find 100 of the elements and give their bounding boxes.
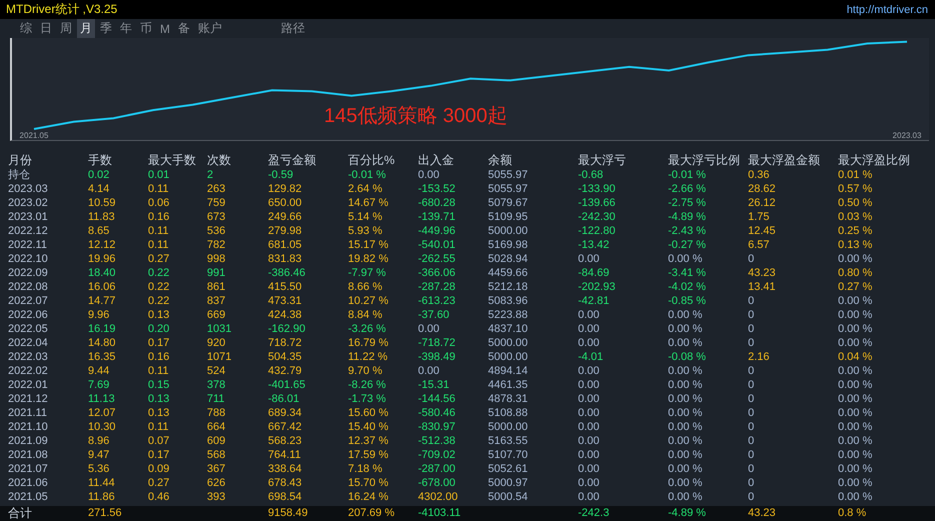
table-cell-text: -3.41 % xyxy=(668,266,707,280)
row-label: 2021.06 xyxy=(8,476,49,490)
table-cell-text: 0 xyxy=(748,364,756,378)
tab[interactable]: M xyxy=(157,20,173,36)
table-cell-text: 0.11 xyxy=(148,224,170,238)
table-cell-text: 673 xyxy=(207,210,226,224)
table-cell-text: -7.97 % xyxy=(348,266,387,280)
table-cell-text: 4302.00 xyxy=(418,490,459,504)
table-cell-text: -540.01 xyxy=(418,238,456,252)
table-cell-text: 667.42 xyxy=(268,420,303,434)
website-link[interactable]: http://mtdriver.cn xyxy=(846,4,928,16)
table-cell-text: 681.05 xyxy=(268,238,303,252)
table-cell-text: -42.81 xyxy=(578,294,610,308)
table-cell-text: -37.60 xyxy=(418,308,450,322)
table-cell-text: 0 xyxy=(748,308,756,322)
table-cell-text: 788 xyxy=(207,406,226,420)
table-cell-text: 11.83 xyxy=(88,210,116,224)
table-cell-text: 0.00 % xyxy=(668,322,704,336)
table-cell-text: -86.01 xyxy=(268,392,300,406)
table-cell-text: 0.00 xyxy=(578,434,600,448)
row-label: 2021.11 xyxy=(8,406,48,420)
table-cell-text: 8.96 xyxy=(88,434,110,448)
table-cell-text: 0.00 % xyxy=(838,364,874,378)
table-cell-text: 0 xyxy=(748,336,756,350)
row-label: 持仓 xyxy=(8,168,31,182)
table-cell-text: 367 xyxy=(207,462,226,476)
table-cell-text: 698.54 xyxy=(268,490,303,504)
tab[interactable]: 日 xyxy=(37,19,55,38)
tab[interactable]: 月 xyxy=(77,19,95,38)
table-cell-text: 4.14 xyxy=(88,182,110,196)
table-cell-text: 0.22 xyxy=(148,280,170,294)
tab[interactable]: 年 xyxy=(117,19,135,38)
table-cell-text: 15.40 % xyxy=(348,420,390,434)
table-cell-text: 0.57 % xyxy=(838,182,874,196)
path-label[interactable]: 路径 xyxy=(281,20,305,37)
table-cell-text: 6.57 xyxy=(748,238,770,252)
tab[interactable]: 周 xyxy=(57,19,75,38)
table-cell-text: 0.00 % xyxy=(838,378,874,392)
table-cell-text: 0.8 % xyxy=(838,506,868,521)
table-cell-text: 0.46 xyxy=(148,490,170,504)
table-cell-text: -15.31 xyxy=(418,378,450,392)
table-cell-text: 0.02 xyxy=(88,168,110,182)
table-cell-text: 0.20 xyxy=(148,322,170,336)
tab[interactable]: 账户 xyxy=(195,19,225,38)
table-cell-text: 5.93 % xyxy=(348,224,384,238)
table-cell-text: 0.27 % xyxy=(838,280,874,294)
row-label: 合计 xyxy=(8,506,33,521)
table-cell-text: 26.12 xyxy=(748,196,777,210)
table-cell-text: 7.18 % xyxy=(348,462,384,476)
table-cell-text: 0.00 % xyxy=(668,364,704,378)
table-cell-text: 0.00 % xyxy=(838,392,874,406)
table-cell-text: 0.00 % xyxy=(668,252,704,266)
table-cell-text: 432.79 xyxy=(268,364,303,378)
column-header: 盈亏金额 xyxy=(268,152,317,168)
table-cell-text: 0 xyxy=(748,420,756,434)
table-cell-text: 1031 xyxy=(207,322,232,336)
table-cell-text: 0 xyxy=(748,294,756,308)
row-label: 2022.05 xyxy=(8,322,49,336)
table-cell-text: 0.16 xyxy=(148,210,170,224)
window-title: MTDriver统计 ,V3.25 xyxy=(6,1,118,18)
table-cell-text: -8.26 % xyxy=(348,378,387,392)
table-cell-text: -0.59 xyxy=(268,168,294,182)
table-cell-text: 0.00 % xyxy=(838,322,874,336)
table-cell-text: 0.00 % xyxy=(838,336,874,350)
table-cell-text: 718.72 xyxy=(268,336,303,350)
row-label: 2021.05 xyxy=(8,490,49,504)
table-cell-text: 378 xyxy=(207,378,226,392)
table-cell-text: -2.43 % xyxy=(668,224,707,238)
tab[interactable]: 综 xyxy=(17,19,35,38)
row-label: 2022.04 xyxy=(8,336,49,350)
column-header: 手数 xyxy=(88,152,113,168)
table-cell-text: 0.00 xyxy=(578,406,600,420)
table-cell-text: 0.00 % xyxy=(838,434,874,448)
table-cell-text: 0 xyxy=(748,252,756,266)
table-cell-text: 10.27 % xyxy=(348,294,390,308)
table-cell-text: 0.00 xyxy=(578,448,600,462)
table-cell-text: -718.72 xyxy=(418,336,456,350)
table-cell-text: 0.00 % xyxy=(838,490,874,504)
table-cell-text: 0.25 % xyxy=(838,224,874,238)
table-cell-text: 0 xyxy=(748,406,756,420)
table-cell-text: -133.90 xyxy=(578,182,616,196)
table-cell-text: 0.04 % xyxy=(838,350,874,364)
table-cell-text: 0 xyxy=(748,490,756,504)
column-header: 出入金 xyxy=(418,152,455,168)
table-cell-text: 207.69 % xyxy=(348,506,396,521)
tab[interactable]: 币 xyxy=(137,19,155,38)
row-label: 2022.01 xyxy=(8,378,49,392)
table-cell-text: 28.62 xyxy=(748,182,777,196)
table-cell-text: 424.38 xyxy=(268,308,303,322)
table-cell-text: 15.17 % xyxy=(348,238,390,252)
table-cell-text: 4459.66 xyxy=(488,266,529,280)
table-cell-text: 0.00 % xyxy=(838,294,874,308)
tab[interactable]: 季 xyxy=(97,19,115,38)
table-cell-text: 0.22 xyxy=(148,294,170,308)
table-cell-text: 837 xyxy=(207,294,226,308)
table-cell-text: 0.00 xyxy=(418,364,440,378)
axis-label: 2021.05 xyxy=(20,131,48,140)
table-cell-text: 0.00 % xyxy=(668,308,704,322)
tab[interactable]: 备 xyxy=(175,19,193,38)
table-cell-text: 0.00 xyxy=(578,336,600,350)
